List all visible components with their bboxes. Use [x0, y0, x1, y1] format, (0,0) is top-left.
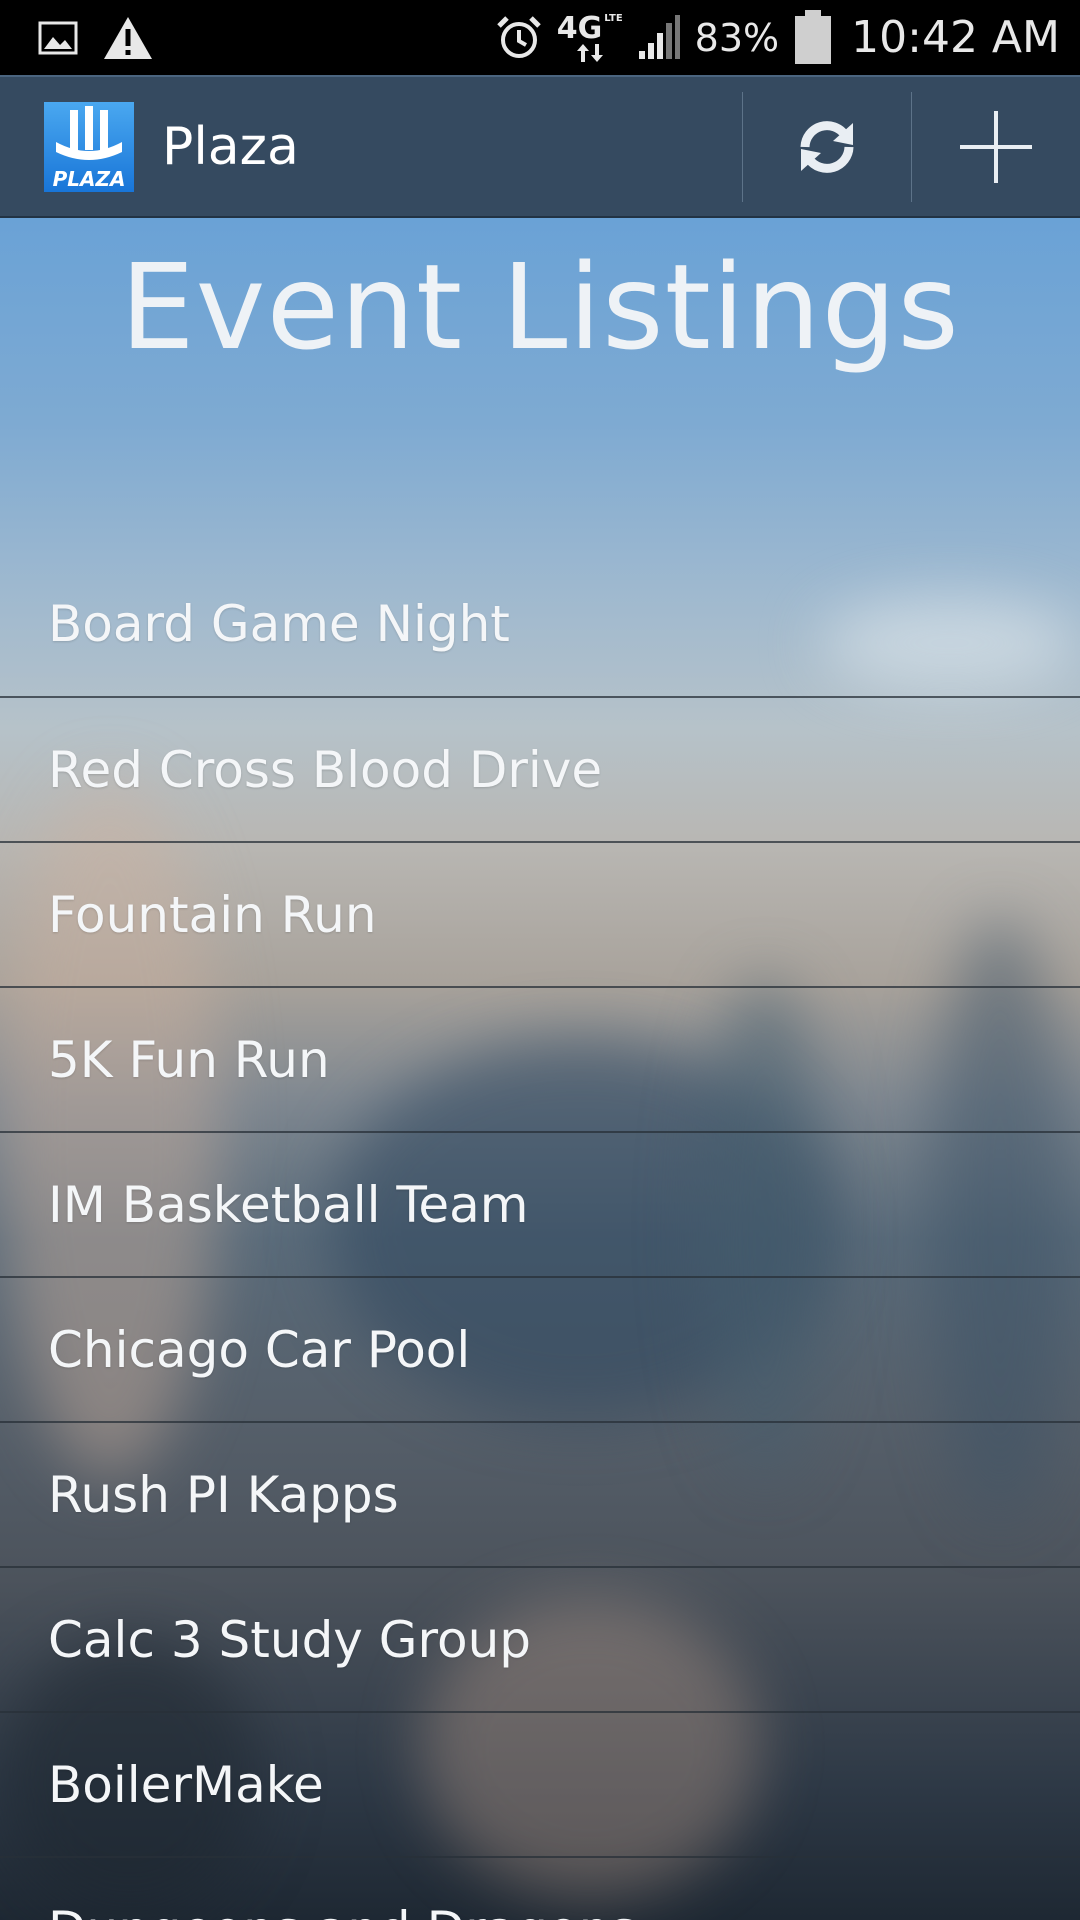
svg-text:PLAZA: PLAZA [53, 167, 126, 191]
data-arrows-icon [576, 43, 603, 62]
page-title: Event Listings [120, 238, 960, 376]
event-label: Chicago Car Pool [48, 1320, 471, 1379]
app-title: Plaza [162, 116, 299, 177]
signal-icon [638, 14, 680, 59]
app-screen: 4G LTE 83% 10:42 AM PLAZA Plaza Event Li… [0, 0, 1080, 1920]
status-time: 10:42 AM [851, 12, 1060, 63]
network-4g-lte-icon: 4G LTE [556, 10, 623, 62]
status-left [38, 15, 178, 61]
event-listings-content[interactable]: Event Listings Board Game Night Red Cros… [0, 218, 1080, 1920]
event-label: Board Game Night [48, 594, 510, 653]
event-label: Dungeons and Dragons [48, 1901, 636, 1920]
warning-icon [104, 16, 152, 59]
action-bar: PLAZA Plaza [0, 75, 1080, 218]
list-item[interactable]: 5K Fun Run [0, 986, 1080, 1131]
plus-icon [960, 110, 1032, 183]
list-item[interactable]: Fountain Run [0, 841, 1080, 986]
event-label: 5K Fun Run [48, 1030, 330, 1089]
list-item[interactable]: Red Cross Blood Drive [0, 696, 1080, 841]
network-label: 4G [556, 10, 603, 46]
app-logo[interactable]: PLAZA [44, 101, 134, 192]
list-item[interactable]: IM Basketball Team [0, 1131, 1080, 1276]
list-item[interactable]: Chicago Car Pool [0, 1276, 1080, 1421]
list-item[interactable]: BoilerMake [0, 1711, 1080, 1856]
event-list: Board Game Night Red Cross Blood Drive F… [0, 551, 1080, 1920]
refresh-icon [800, 120, 854, 173]
battery-percent: 83% [694, 15, 780, 60]
event-label: BoilerMake [48, 1755, 324, 1814]
alarm-icon [497, 15, 541, 58]
plaza-logo-icon: PLAZA [53, 105, 126, 191]
event-label: IM Basketball Team [48, 1175, 529, 1234]
list-item[interactable]: Calc 3 Study Group [0, 1566, 1080, 1711]
status-bar: 4G LTE 83% 10:42 AM [0, 0, 1080, 75]
event-label: Rush PI Kapps [48, 1465, 399, 1524]
event-label: Fountain Run [48, 885, 377, 944]
refresh-button[interactable] [743, 77, 911, 216]
battery-icon [795, 9, 832, 64]
status-right: 4G LTE 83% 10:42 AM [481, 9, 1060, 66]
network-sub-label: LTE [604, 12, 623, 24]
list-item[interactable]: Board Game Night [0, 551, 1080, 696]
list-item[interactable]: Dungeons and Dragons [0, 1856, 1080, 1920]
event-label: Calc 3 Study Group [48, 1610, 532, 1669]
image-icon [38, 21, 78, 54]
add-button[interactable] [912, 77, 1080, 216]
event-label: Red Cross Blood Drive [48, 740, 603, 799]
list-item[interactable]: Rush PI Kapps [0, 1421, 1080, 1566]
